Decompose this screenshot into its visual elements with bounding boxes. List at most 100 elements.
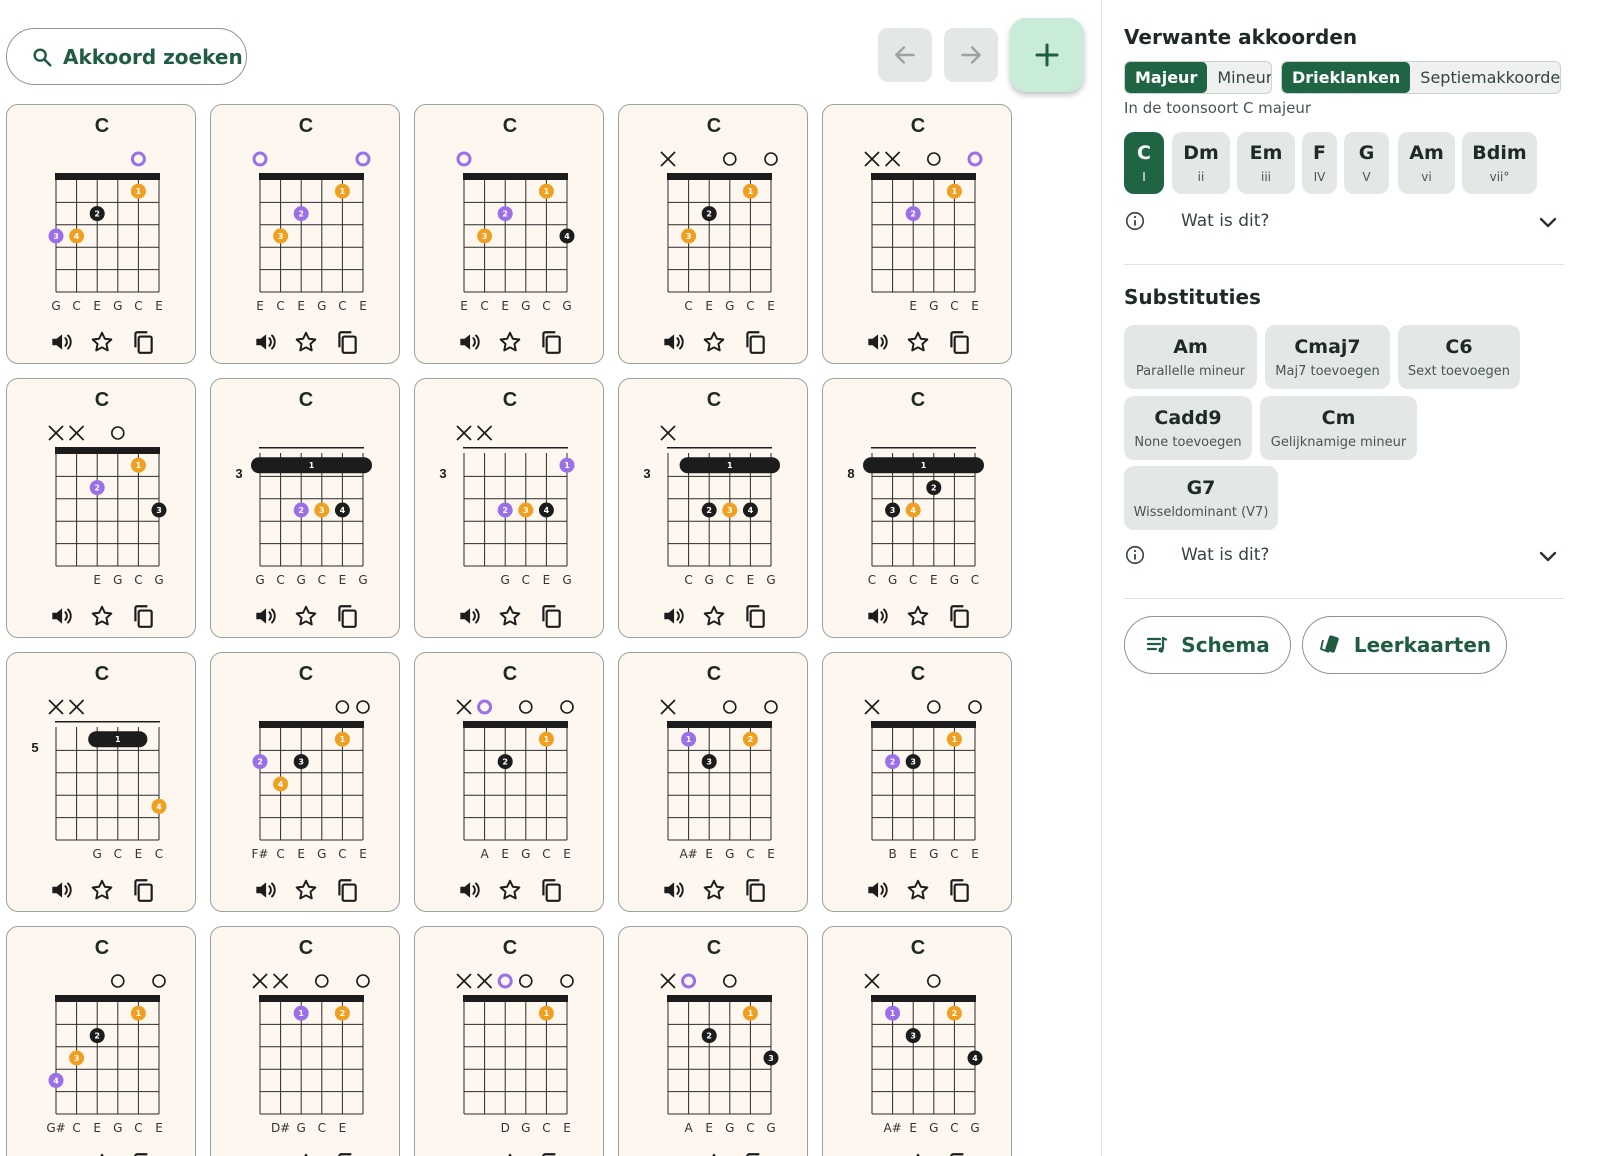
play-button[interactable] [48, 877, 74, 903]
favorite-button[interactable] [905, 1151, 931, 1156]
chord-card[interactable]: C123ECEGCE [210, 104, 400, 364]
copy-button[interactable] [742, 1151, 768, 1156]
favorite-button[interactable] [497, 1151, 523, 1156]
chord-card[interactable]: C12AEGCE [414, 652, 604, 912]
flashcards-button[interactable]: Leerkaarten [1302, 616, 1507, 674]
scale-degree-chord[interactable]: F IV [1302, 132, 1337, 194]
copy-button[interactable] [742, 329, 768, 355]
play-button[interactable] [456, 329, 482, 355]
chord-card[interactable]: C 1 2 3 4 A# E G C G [822, 926, 1012, 1156]
play-button[interactable] [864, 603, 890, 629]
copy-button[interactable] [742, 877, 768, 903]
play-button[interactable] [252, 329, 278, 355]
chord-card[interactable]: C514GCEC [6, 652, 196, 912]
copy-button[interactable] [946, 603, 972, 629]
favorite-button[interactable] [701, 329, 727, 355]
copy-button[interactable] [538, 603, 564, 629]
next-button[interactable] [944, 28, 998, 82]
copy-button[interactable] [334, 1151, 360, 1156]
previous-button[interactable] [878, 28, 932, 82]
copy-button[interactable] [538, 329, 564, 355]
chord-card[interactable]: C12EGCE [822, 104, 1012, 364]
chord-card[interactable]: C123BEGCE [822, 652, 1012, 912]
play-button[interactable] [252, 877, 278, 903]
play-button[interactable] [864, 877, 890, 903]
substitution-chord[interactable]: G7 Wisseldominant (V7) [1124, 466, 1278, 530]
substitution-chord[interactable]: C6 Sext toevoegen [1398, 325, 1520, 389]
play-button[interactable] [660, 329, 686, 355]
mode-option-majeur[interactable]: Majeur [1125, 62, 1208, 93]
favorite-button[interactable] [293, 329, 319, 355]
copy-button[interactable] [334, 329, 360, 355]
play-button[interactable] [456, 877, 482, 903]
chord-card[interactable]: C31234GCEG [414, 378, 604, 638]
chord-card[interactable]: C31234GCGCEG [210, 378, 400, 638]
copy-button[interactable] [538, 1151, 564, 1156]
substitution-chord[interactable]: Am Parallelle mineur [1124, 325, 1257, 389]
copy-button[interactable] [946, 1151, 972, 1156]
scale-degree-chord[interactable]: Bdim vii° [1462, 132, 1537, 194]
chord-card[interactable]: C1 DGCE [414, 926, 604, 1156]
favorite-button[interactable] [89, 877, 115, 903]
play-button[interactable] [252, 603, 278, 629]
play-button[interactable] [456, 1151, 482, 1156]
play-button[interactable] [864, 1151, 890, 1156]
copy-button[interactable] [334, 603, 360, 629]
favorite-button[interactable] [701, 1151, 727, 1156]
favorite-button[interactable] [89, 1151, 115, 1156]
schema-button[interactable]: Schema [1124, 616, 1291, 674]
favorite-button[interactable] [905, 877, 931, 903]
copy-button[interactable] [538, 877, 564, 903]
favorite-button[interactable] [293, 603, 319, 629]
chord-card[interactable]: C31234CGCEG [618, 378, 808, 638]
favorite-button[interactable] [701, 877, 727, 903]
play-button[interactable] [48, 603, 74, 629]
play-button[interactable] [660, 1151, 686, 1156]
substitutions-info-toggle[interactable]: Wat is dit? [1124, 542, 1564, 570]
chord-card[interactable]: C 1 2 D# G C E [210, 926, 400, 1156]
type-option-drieklanken[interactable]: Drieklanken [1282, 62, 1411, 93]
copy-button[interactable] [334, 877, 360, 903]
related-info-toggle[interactable]: Wat is dit? [1124, 208, 1564, 236]
chord-card[interactable]: C 1 2 3 A# E G C E [618, 652, 808, 912]
favorite-button[interactable] [89, 603, 115, 629]
scale-degree-chord[interactable]: GV [1344, 132, 1389, 194]
chord-card[interactable]: C123AEGCG [618, 926, 808, 1156]
substitution-chord[interactable]: Cadd9 None toevoegen [1124, 396, 1252, 460]
substitution-chord[interactable]: Cmaj7 Maj7 toevoegen [1265, 325, 1390, 389]
chord-card[interactable]: C1234ECEGCG [414, 104, 604, 364]
chord-card[interactable]: C1234GCEGCE [6, 104, 196, 364]
search-chord-button[interactable]: Akkoord zoeken [6, 28, 247, 85]
play-button[interactable] [660, 877, 686, 903]
type-option-septiemakkoorden[interactable]: Septiemakkoorden [1410, 62, 1560, 93]
play-button[interactable] [660, 603, 686, 629]
favorite-button[interactable] [89, 329, 115, 355]
substitution-chord[interactable]: Cm Gelijknamige mineur [1260, 396, 1417, 460]
play-button[interactable] [864, 329, 890, 355]
favorite-button[interactable] [905, 329, 931, 355]
copy-button[interactable] [130, 877, 156, 903]
play-button[interactable] [252, 1151, 278, 1156]
favorite-button[interactable] [497, 877, 523, 903]
chord-card[interactable]: C 1 2 3 4 G# C E G C E [6, 926, 196, 1156]
chord-card[interactable]: C123EGCG [6, 378, 196, 638]
mode-option-mineur[interactable]: Mineur [1207, 62, 1271, 93]
copy-button[interactable] [130, 1151, 156, 1156]
scale-degree-chord[interactable]: Em iii [1237, 132, 1295, 194]
chord-card[interactable]: C123CEGCE [618, 104, 808, 364]
favorite-button[interactable] [293, 877, 319, 903]
scale-degree-chord[interactable]: CI [1124, 132, 1164, 194]
favorite-button[interactable] [293, 1151, 319, 1156]
play-button[interactable] [456, 603, 482, 629]
favorite-button[interactable] [497, 603, 523, 629]
favorite-button[interactable] [497, 329, 523, 355]
scale-degree-chord[interactable]: Am vi [1398, 132, 1455, 194]
scale-degree-chord[interactable]: Dm ii [1172, 132, 1230, 194]
play-button[interactable] [48, 329, 74, 355]
add-chord-button[interactable] [1010, 18, 1084, 92]
copy-button[interactable] [742, 603, 768, 629]
copy-button[interactable] [130, 603, 156, 629]
chord-card[interactable]: C 1 2 3 4 F# C E G C E [210, 652, 400, 912]
favorite-button[interactable] [905, 603, 931, 629]
copy-button[interactable] [946, 877, 972, 903]
